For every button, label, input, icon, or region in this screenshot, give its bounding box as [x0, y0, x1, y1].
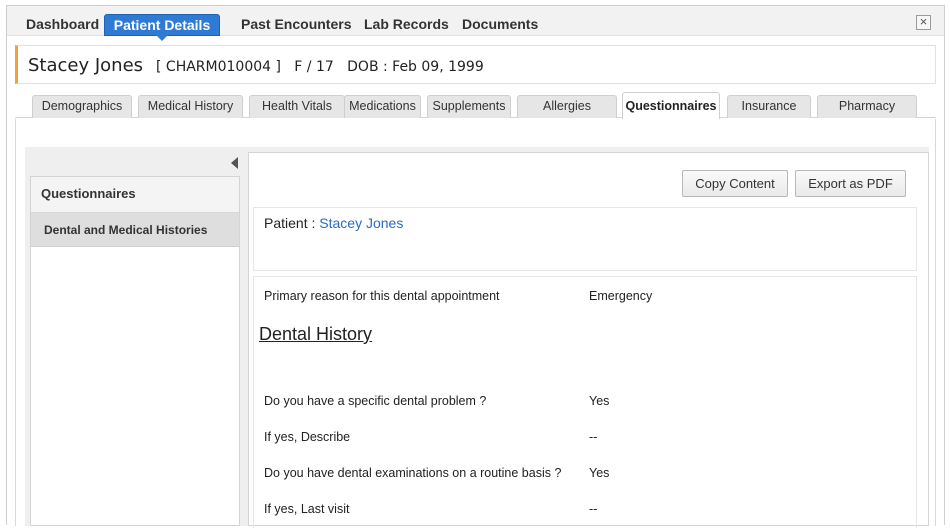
patient-meta: [ CHARM010004 ] F / 17 DOB : Feb 09, 199… [156, 59, 484, 75]
patient-name-link[interactable]: Stacey Jones [319, 215, 403, 231]
nav-lab-records[interactable]: Lab Records [364, 16, 449, 32]
close-icon[interactable]: × [916, 15, 931, 30]
tab-pharmacy[interactable]: Pharmacy [817, 95, 917, 118]
questionnaire-content: Copy Content Export as PDF Patient : Sta… [248, 152, 929, 528]
question-primary-reason: Primary reason for this dental appointme… [264, 289, 500, 303]
sidebar-item-dental-medical-histories[interactable]: Dental and Medical Histories [31, 213, 239, 247]
patient-header: Stacey Jones [ CHARM010004 ] F / 17 DOB … [15, 45, 936, 84]
collapse-sidebar-icon[interactable] [231, 157, 238, 169]
export-pdf-button[interactable]: Export as PDF [795, 170, 906, 197]
tab-allergies[interactable]: Allergies [517, 95, 617, 118]
patient-label: Patient : [264, 215, 316, 231]
nav-dashboard[interactable]: Dashboard [26, 16, 99, 32]
patient-window: Dashboard Patient Details Past Encounter… [6, 5, 945, 528]
patient-name: Stacey Jones [28, 55, 144, 76]
patient-tabs: Demographics Medical History Health Vita… [15, 92, 936, 119]
patient-label-line: Patient : Stacey Jones [264, 215, 403, 231]
tab-health-vitals[interactable]: Health Vitals [249, 95, 345, 118]
nav-documents[interactable]: Documents [462, 16, 538, 32]
nav-past-encounters[interactable]: Past Encounters [241, 16, 351, 32]
question-row: If yes, Describe [264, 430, 351, 444]
answer-row: Yes [589, 466, 610, 480]
answers-box: Primary reason for this dental appointme… [253, 276, 917, 528]
answer-row: -- [589, 430, 598, 444]
question-row: Do you have dental examinations on a rou… [264, 466, 562, 480]
patient-info-box: Patient : Stacey Jones [253, 207, 917, 271]
tab-medications[interactable]: Medications [344, 95, 421, 118]
tab-questionnaires[interactable]: Questionnaires [622, 92, 720, 119]
answer-primary-reason: Emergency [589, 289, 653, 303]
section-title-dental-history: Dental History [259, 324, 373, 344]
answer-row: -- [589, 502, 598, 516]
question-row: If yes, Last visit [264, 502, 350, 516]
question-row: Do you have a specific dental problem ? [264, 394, 487, 408]
copy-content-button[interactable]: Copy Content [682, 170, 788, 197]
tab-medical-history[interactable]: Medical History [138, 95, 243, 118]
answer-row: Yes [589, 394, 610, 408]
sidebar-header: Questionnaires [31, 177, 239, 213]
tab-supplements[interactable]: Supplements [427, 95, 511, 118]
nav-patient-details[interactable]: Patient Details [104, 14, 220, 41]
questionnaire-sidebar: Questionnaires Dental and Medical Histor… [30, 176, 240, 526]
tab-insurance[interactable]: Insurance [727, 95, 811, 118]
top-navigation: Dashboard Patient Details Past Encounter… [7, 6, 944, 41]
tab-demographics[interactable]: Demographics [32, 95, 132, 118]
